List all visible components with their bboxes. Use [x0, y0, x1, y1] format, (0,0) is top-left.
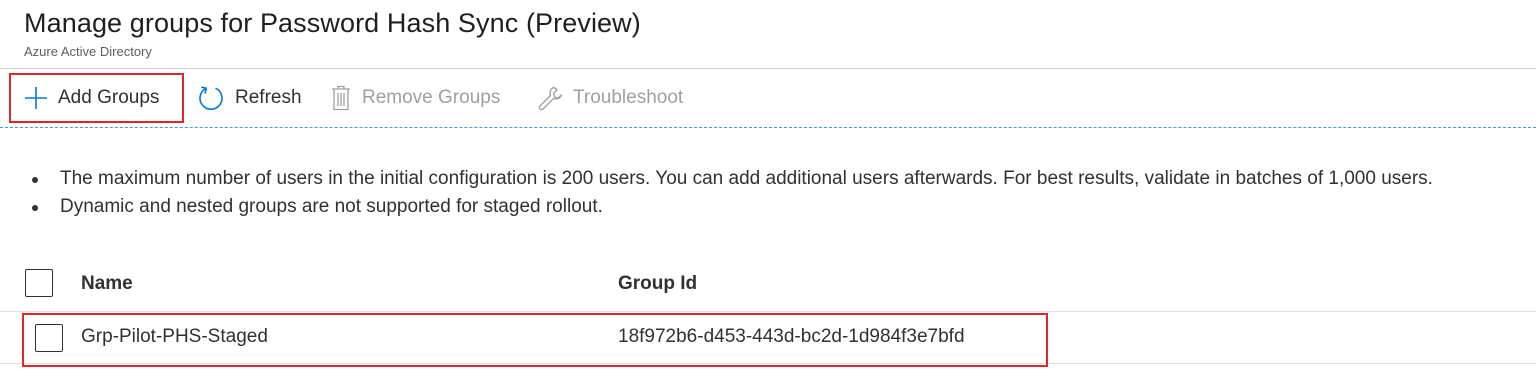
command-bar: Add Groups Refresh Remove Groups Trouble…: [0, 72, 1536, 128]
group-id-cell: 18f972b6-d453-443d-bc2d-1d984f3e7bfd: [618, 326, 965, 347]
select-all-checkbox[interactable]: [25, 269, 53, 297]
command-bar-divider: [0, 127, 1536, 128]
refresh-button[interactable]: Refresh: [197, 72, 302, 124]
plus-icon: [24, 86, 48, 110]
table-header-row: Name Group Id: [0, 262, 1536, 312]
refresh-icon: [197, 84, 225, 112]
page: Manage groups for Password Hash Sync (Pr…: [0, 0, 1536, 378]
refresh-label: Refresh: [235, 87, 302, 108]
groups-table: Name Group Id Grp-Pilot-PHS-Staged 18f97…: [0, 262, 1536, 364]
table-row[interactable]: Grp-Pilot-PHS-Staged 18f972b6-d453-443d-…: [0, 312, 1536, 364]
column-header-group-id[interactable]: Group Id: [618, 273, 697, 295]
page-title: Manage groups for Password Hash Sync (Pr…: [24, 8, 641, 38]
trash-icon: [330, 85, 352, 111]
info-notes: The maximum number of users in the initi…: [32, 165, 1433, 221]
note-item: Dynamic and nested groups are not suppor…: [32, 193, 1433, 221]
group-name-cell: Grp-Pilot-PHS-Staged: [81, 326, 268, 347]
page-subtitle: Azure Active Directory: [24, 44, 152, 59]
remove-groups-label: Remove Groups: [362, 87, 501, 108]
row-checkbox[interactable]: [35, 324, 63, 352]
troubleshoot-label: Troubleshoot: [573, 87, 684, 108]
remove-groups-button[interactable]: Remove Groups: [330, 72, 500, 124]
column-header-name[interactable]: Name: [81, 273, 133, 295]
note-item: The maximum number of users in the initi…: [32, 165, 1433, 193]
wrench-icon: [537, 85, 563, 111]
troubleshoot-button[interactable]: Troubleshoot: [537, 72, 683, 124]
add-groups-button[interactable]: Add Groups: [24, 72, 159, 124]
header-divider: [0, 68, 1536, 69]
add-groups-label: Add Groups: [58, 87, 160, 108]
